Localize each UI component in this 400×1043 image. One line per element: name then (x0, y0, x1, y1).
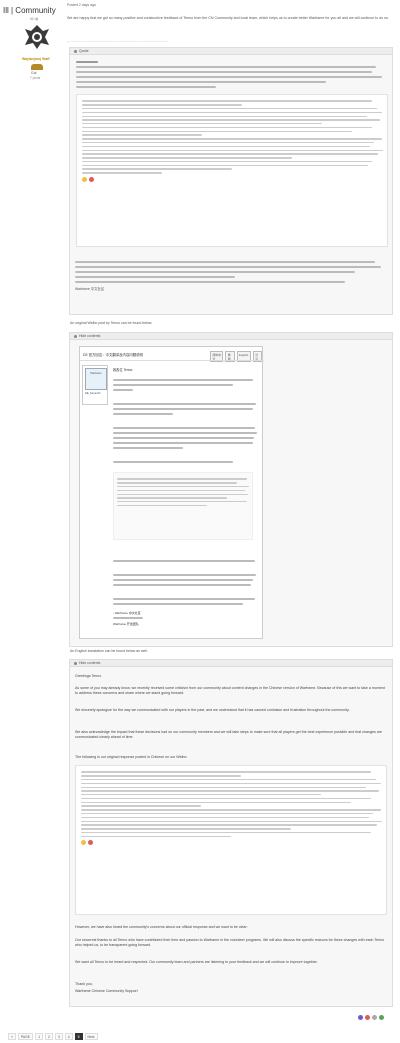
divider: ————————————————————————————— (67, 39, 169, 43)
username-sub[interactable]: Il2 dji (30, 17, 38, 21)
translation-header[interactable]: Hide contents (70, 660, 392, 667)
heart-icon (89, 176, 94, 182)
quote-icon (74, 49, 77, 53)
smile-icon (82, 176, 87, 182)
weibo-screenshot: DE 官方回应：中文翻译及内容问题说明 简体中文 繁體 English 分享 W… (79, 346, 264, 639)
translation-closing: Thank you, (75, 982, 93, 986)
translation-icon (74, 661, 77, 665)
translation-p1: As some of you may already know, we rece… (75, 686, 385, 695)
staff-badge-icon (25, 25, 49, 49)
quote-header: Quote (70, 48, 392, 55)
translation-caption: An English translation can be found belo… (70, 649, 148, 653)
doc-sign-name: - Warframe 中文社区 (113, 611, 141, 615)
smile-icon (81, 840, 86, 846)
pagination: « PAGE 1 2 3 4 5 Next (8, 1033, 98, 1040)
post-date: Posted 2 days ago (67, 3, 96, 7)
doc-paragraphs (113, 376, 259, 466)
laugh-icon[interactable] (379, 1015, 384, 1020)
translation-nested-quote (75, 765, 387, 915)
translation-p7: We want all Tenno to be heard and respec… (75, 960, 318, 964)
star-icon[interactable] (372, 1015, 377, 1020)
rank-icon (31, 64, 43, 70)
quote-signoff: Warframe 中文社区 (75, 287, 105, 291)
translation-p3: We also acknowledge the impact that thes… (75, 730, 382, 739)
image-link-caption[interactable]: An original Weibo post by Tenno can be f… (70, 321, 152, 325)
pagination-page-2[interactable]: 2 (44, 1033, 53, 1040)
translation-p6: Our sincerest thanks to all Tenno who ha… (75, 938, 385, 947)
sender-avatar: Warframe (85, 368, 107, 390)
like-icon[interactable] (358, 1015, 363, 1020)
sender-logo: Warframe (90, 372, 102, 375)
post-intro: We are happy that we got so many positiv… (67, 16, 389, 20)
translation-signature: Warframe Chinese Community Support (75, 989, 138, 993)
heart-icon[interactable] (365, 1015, 370, 1020)
translation-label[interactable]: Hide contents (79, 661, 100, 665)
quote-label: Quote (79, 49, 89, 53)
pagination-prev[interactable]: « (8, 1033, 16, 1040)
spoiler-label[interactable]: Hide contents (79, 334, 100, 338)
sender-name: DE_Kamenth (85, 392, 101, 395)
pagination-page-1[interactable]: 1 (35, 1033, 43, 1040)
rank-label: Waylan(mu) Staff (22, 57, 50, 61)
doc-title: DE 官方回应：中文翻译及内容问题说明 (83, 353, 143, 357)
site-name[interactable]: Ill | Community (3, 6, 56, 15)
nested-quote (76, 94, 388, 247)
author-card: Ill | Community Il2 dji Waylan(mu) Staff… (0, 0, 66, 80)
translation-greeting: Greetings Tenno (75, 674, 102, 678)
pagination-page-5[interactable]: 5 (74, 1033, 83, 1040)
pagination-next[interactable]: Next (84, 1033, 98, 1040)
reaction-bar (358, 1015, 384, 1020)
translation-p4: The following is our original response p… (75, 755, 188, 759)
spoiler-icon (74, 334, 77, 338)
translation-p2: We sincerely apologize for the way we co… (75, 708, 350, 712)
quote-continuation: Warframe 中文社区 (75, 258, 389, 291)
quote-text-block (70, 55, 392, 94)
doc-divider (80, 360, 264, 361)
translation-p5: However, we have also heard the communit… (75, 925, 248, 929)
pagination-page-4[interactable]: 4 (64, 1033, 73, 1040)
pagination-page-3[interactable]: 3 (54, 1033, 63, 1040)
doc-sign-team: Warframe 开发团队 (113, 622, 139, 626)
spoiler-header[interactable]: Hide contents (70, 333, 392, 340)
embedded-quote-image (113, 472, 253, 540)
doc-greeting: 致各位 Tenno： (113, 368, 136, 372)
pagination-label: PAGE (17, 1033, 34, 1040)
sender-card: Warframe DE_Kamenth (82, 365, 108, 405)
heart-icon (88, 840, 93, 846)
author-posts: 7 posts (30, 76, 41, 80)
author-stat: Gui (31, 71, 37, 75)
